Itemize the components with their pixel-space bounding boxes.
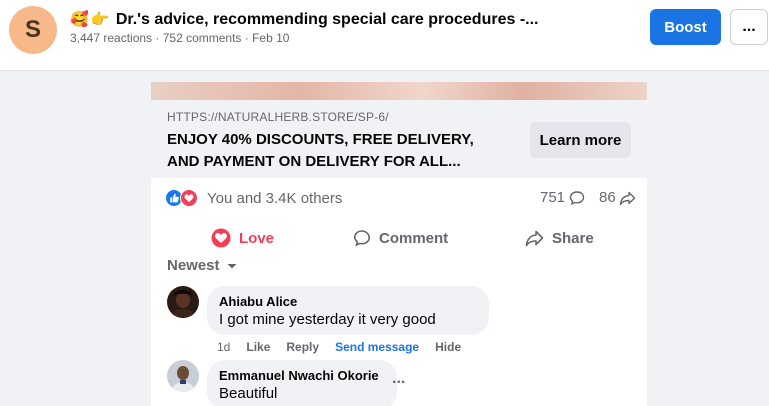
page-avatar[interactable]: S (9, 6, 57, 54)
comments-count[interactable]: 751 (540, 189, 585, 206)
shares-count[interactable]: 86 (599, 189, 636, 206)
commenter-name[interactable]: Ahiabu Alice (219, 294, 477, 310)
post-header: S 🥰 👉 Dr.'s advice, recommending special … (0, 0, 769, 71)
commenter-avatar[interactable] (167, 360, 199, 392)
love-label: Love (239, 229, 275, 247)
send-message-link[interactable]: Send message (335, 340, 419, 354)
comment-icon (353, 230, 371, 247)
post-actions: Love Comment Share (151, 218, 647, 258)
share-count-icon (619, 191, 635, 205)
link-url: HTTPS://NATURALHERB.STORE/SP-6/ (167, 110, 389, 124)
reactions-summary: You and 3.4K others 751 86 (151, 178, 647, 218)
comment-sort-dropdown[interactable]: Newest (167, 257, 238, 274)
comment-text: I got mine yesterday it very good (219, 311, 436, 328)
comment-label: Comment (379, 229, 449, 247)
comment-actions: 1d Like Reply Send message Hide (217, 340, 461, 354)
link-image[interactable] (151, 82, 647, 100)
comment-item: Emmanuel Nwachi Okorie Beautiful ... (167, 360, 637, 406)
smiling-hearts-emoji-icon: 🥰 (70, 11, 89, 28)
post-title-text: Dr.'s advice, recommending special care … (115, 11, 539, 28)
love-icon (180, 189, 198, 207)
commenter-name[interactable]: Emmanuel Nwachi Okorie (219, 368, 385, 384)
sort-label: Newest (167, 257, 220, 274)
share-label: Share (552, 229, 594, 247)
comment-timestamp[interactable]: 1d (217, 340, 230, 354)
link-preview[interactable]: HTTPS://NATURALHERB.STORE/SP-6/ ENJOY 40… (151, 100, 647, 178)
reactions-count-text[interactable]: You and 3.4K others (207, 190, 342, 207)
comment-count-icon (569, 190, 585, 205)
post-meta: 3,447 reactions · 752 comments · Feb 10 (70, 31, 290, 45)
learn-more-button[interactable]: Learn more (530, 122, 631, 158)
comment-bubble[interactable]: Emmanuel Nwachi Okorie Beautiful (207, 360, 397, 406)
comment-button[interactable]: Comment (353, 222, 448, 254)
boost-button[interactable]: Boost (650, 9, 721, 45)
pointing-right-emoji-icon: 👉 (90, 11, 110, 28)
share-icon (525, 230, 544, 247)
post-card: HTTPS://NATURALHERB.STORE/SP-6/ ENJOY 40… (151, 82, 647, 406)
commenter-avatar[interactable] (167, 286, 199, 318)
comment-reply-link[interactable]: Reply (286, 340, 319, 354)
more-options-button[interactable]: ... (730, 9, 768, 45)
comment-item: Ahiabu Alice I got mine yesterday it ver… (167, 286, 637, 356)
post-title: 🥰 👉 Dr.'s advice, recommending special ca… (70, 10, 538, 29)
avatar-photo-icon (167, 360, 199, 392)
comment-like-link[interactable]: Like (246, 340, 270, 354)
engagement-counts: 751 86 (540, 189, 636, 206)
comment-hide-link[interactable]: Hide (435, 340, 461, 354)
share-button[interactable]: Share (525, 222, 594, 254)
reaction-icons[interactable] (165, 189, 203, 207)
comment-more-options-button[interactable]: ... (392, 370, 405, 388)
page-initial: S (24, 16, 41, 43)
chevron-down-icon (227, 263, 237, 268)
comment-bubble[interactable]: Ahiabu Alice I got mine yesterday it ver… (207, 286, 489, 335)
link-headline: ENJOY 40% DISCOUNTS, FREE DELIVERY, AND … (167, 131, 474, 170)
comment-text: Beautiful (219, 385, 278, 402)
heart-icon (211, 228, 231, 248)
avatar-photo-icon (167, 286, 199, 318)
love-button[interactable]: Love (211, 222, 274, 254)
